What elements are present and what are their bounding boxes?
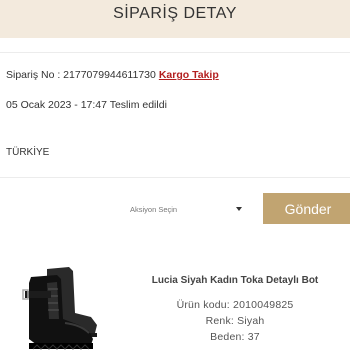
action-select[interactable]: Aksiyon Seçin [124,196,248,222]
divider [0,177,350,178]
page-header: SİPARİŞ DETAY [0,0,350,38]
chevron-down-icon [236,207,242,211]
product-image[interactable] [17,263,103,350]
tracking-link[interactable]: Kargo Takip [159,69,219,81]
order-number-row: Sipariş No : 2177079944611730 Kargo Takip [6,69,219,81]
page-title: SİPARİŞ DETAY [113,5,237,22]
action-select-placeholder: Aksiyon Seçin [130,204,178,214]
product-size: Beden: 37 [210,331,260,343]
send-button[interactable]: Gönder [263,193,350,224]
boot-image [22,267,97,350]
divider [0,52,350,53]
shipping-country: TÜRKİYE [6,147,50,158]
product-code: Ürün kodu: 2010049825 [176,299,294,311]
delivery-status: 05 Ocak 2023 - 17:47 Teslim edildi [6,99,167,111]
product-name[interactable]: Lucia Siyah Kadın Toka Detaylı Bot [115,275,350,286]
order-number: Sipariş No : 2177079944611730 [6,69,156,81]
product-color: Renk: Siyah [205,315,265,327]
